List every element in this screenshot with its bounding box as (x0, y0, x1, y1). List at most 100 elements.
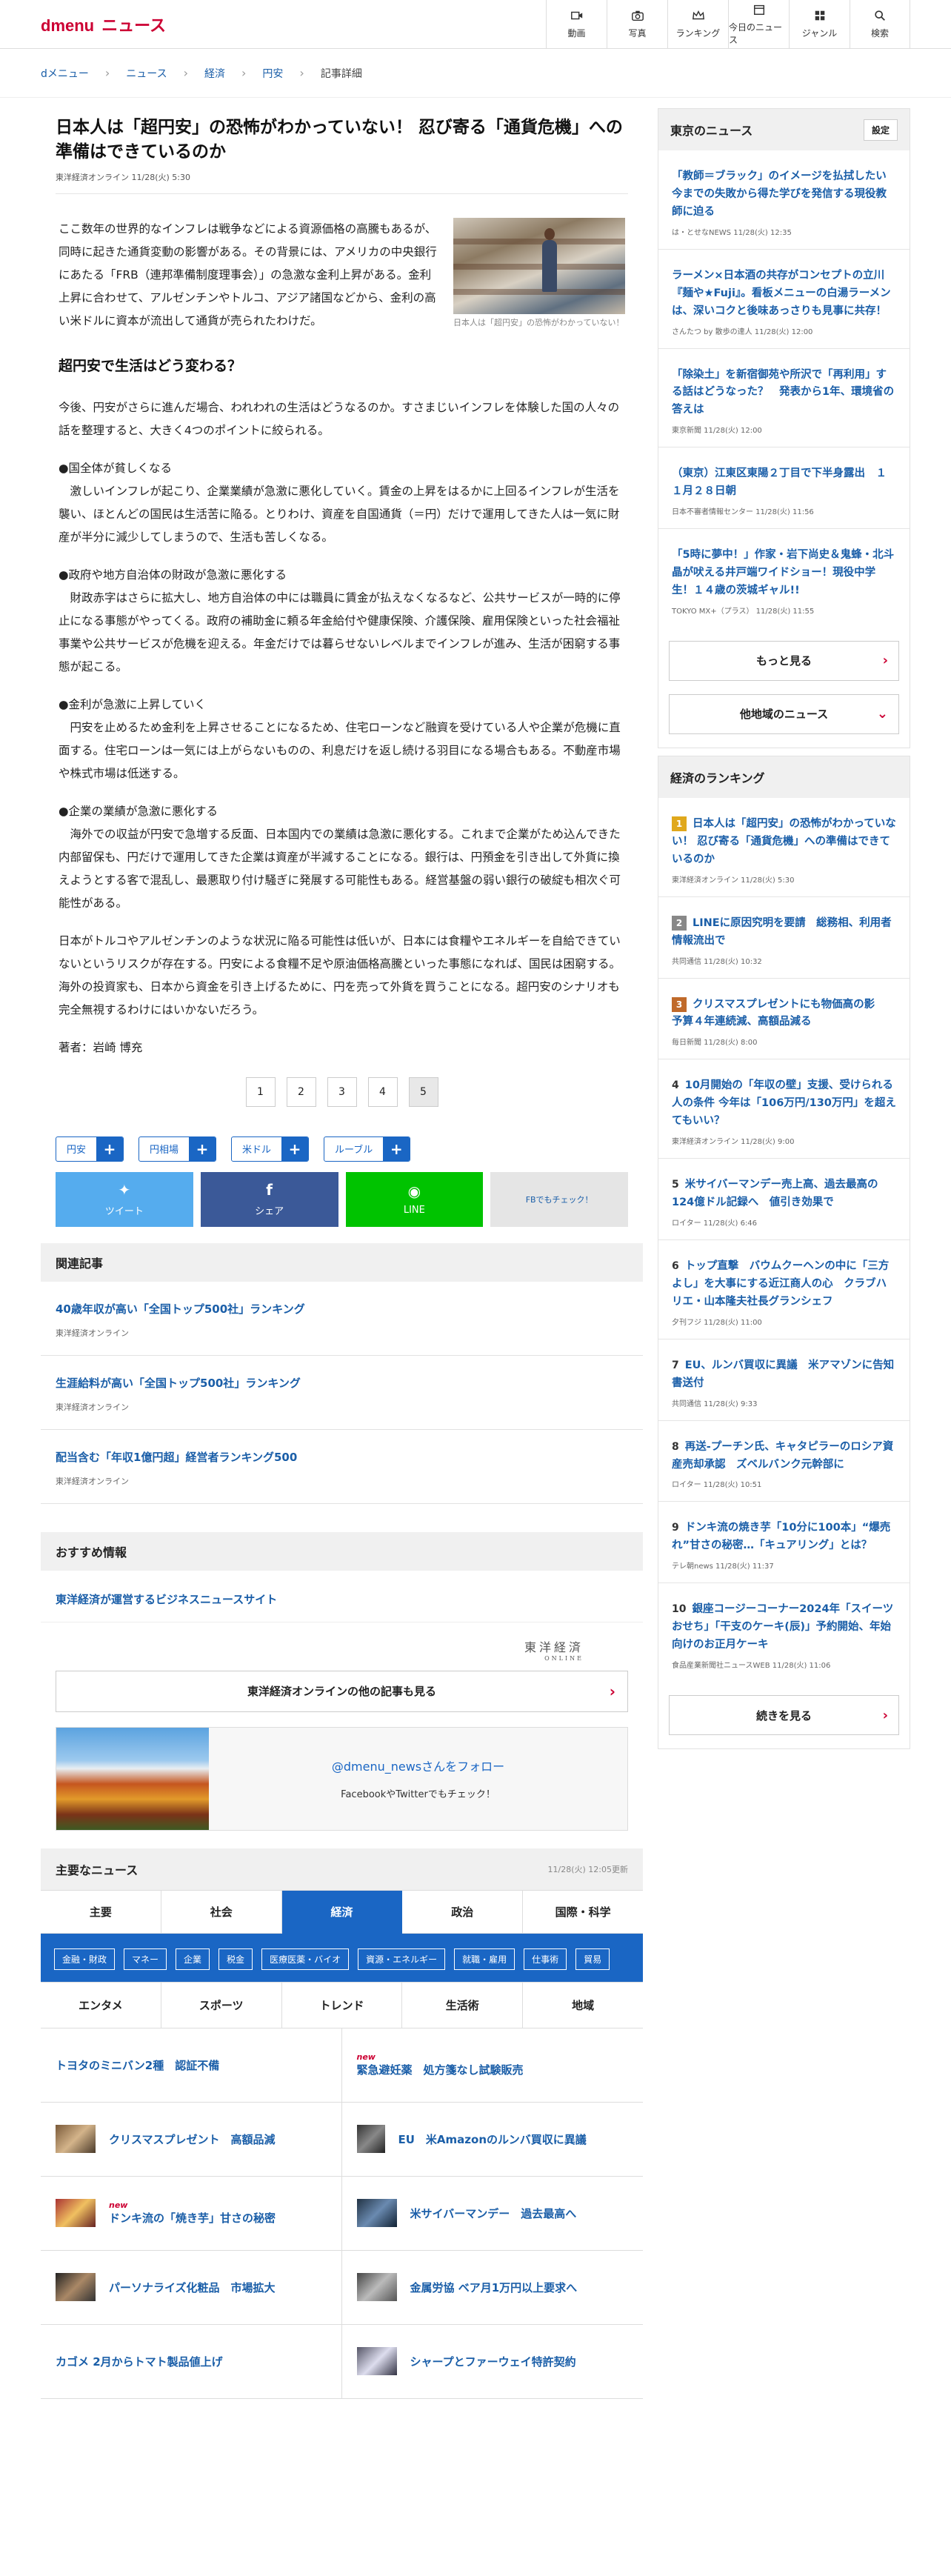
tab-international[interactable]: 国際・科学 (523, 1891, 643, 1934)
facebook-check-button[interactable]: FBでもチェック！ (490, 1171, 628, 1227)
tab-economy[interactable]: 経済 (281, 1890, 403, 1934)
tag-yen[interactable]: 円安 + (56, 1136, 124, 1162)
news-title: （東京）江東区東陽２丁目で下半身露出 １１月２８日朝 (672, 467, 887, 498)
ranking-item[interactable]: 7 EU、ルンバ買収に異議 米アマゾンに告知書送付 共同通信 11/28(火) 9:… (658, 1339, 910, 1421)
related-article[interactable]: 配当含む「年収1億円超」経営者ランキング500 東洋経済オンライン (41, 1430, 643, 1504)
tab-society[interactable]: 社会 (161, 1890, 282, 1934)
news-item[interactable]: パーソナライズ化粧品 市場拡大 (41, 2250, 342, 2325)
ranking-source: テレ朝news 11/28(火) 11:37 (672, 1562, 774, 1571)
article-photo[interactable]: 日本人は「超円安」の恐怖がわかっていない！ (453, 217, 625, 333)
news-item[interactable]: new ドンキ流の「焼き芋」甘さの秘密 (41, 2176, 342, 2251)
tag-usd[interactable]: 米ドル + (231, 1136, 310, 1162)
ranking-item[interactable]: 9 ドンキ流の焼き芋「10分に100本」“爆売れ”甘さの秘密…「キュアリング」とは… (658, 1502, 910, 1584)
breadcrumb-economy[interactable]: 経済 (204, 66, 225, 81)
tag-yen-rate[interactable]: 円相場 + (139, 1136, 217, 1162)
chip-company[interactable]: 企業 (176, 1948, 210, 1970)
chip-tax[interactable]: 税金 (218, 1948, 253, 1970)
ranking-more-button[interactable]: 続きを見る › (669, 1695, 899, 1736)
nav-genre[interactable]: ジャンル (789, 0, 850, 49)
photo-image[interactable] (453, 217, 625, 314)
ranking-item[interactable]: 1 日本人は「超円安」の恐怖がわかっていない！ 忍び寄る「通貨危機」への準備はでき… (658, 798, 910, 897)
tag-ruble[interactable]: ルーブル + (324, 1136, 411, 1162)
page-1[interactable]: 1 (245, 1076, 276, 1107)
camera-icon (631, 10, 644, 21)
tokyo-news-box: 東京のニュース 設定 「教師＝ブラック」のイメージを払拭したい 今までの失敗から… (658, 108, 910, 748)
news-item[interactable]: new 緊急避妊薬 処方箋なし試験販売 (341, 2028, 643, 2103)
nav-ranking[interactable]: ランキング (667, 0, 728, 49)
news-source: 日本不審者情報センター 11/28(火) 11:56 (672, 508, 814, 517)
news-title: 緊急避妊薬 処方箋なし試験販売 (356, 2063, 524, 2077)
page-2[interactable]: 2 (286, 1076, 316, 1107)
toyo-more-button[interactable]: 東洋経済オンラインの他の記事も見る › (56, 1670, 628, 1712)
nav-search[interactable]: 検索 (850, 0, 910, 49)
breadcrumb-dmenu[interactable]: dメニュー (41, 66, 89, 81)
ranking-item[interactable]: 3 クリスマスプレゼントにも物価高の影 予算４年連続減、高額品減る 毎日新聞 11/… (658, 979, 910, 1060)
dmenu-news-logo[interactable]: dmenu ニュース (41, 13, 166, 36)
ranking-title: 再送-プーチン氏、キャタピラーのロシア資産売却承認 ズベルバンク元幹部に (672, 1440, 894, 1471)
nav-video[interactable]: 動画 (546, 0, 607, 49)
share-label: FBでもチェック！ (525, 1194, 593, 1205)
related-article[interactable]: 40歳年収が高い「全国トップ500社」ランキング 東洋経済オンライン (41, 1282, 643, 1356)
tab-politics[interactable]: 政治 (402, 1890, 524, 1934)
page-4[interactable]: 4 (367, 1076, 398, 1107)
tokyo-news-item[interactable]: 「5時に夢中！」作家・岩下尚史＆鬼蜂・北斗晶が吠える井戸端ワイドショー！現役中学… (658, 529, 910, 628)
twitter-share-button[interactable]: ✦ ツイート (56, 1171, 193, 1227)
nav-photo[interactable]: 写真 (607, 0, 667, 49)
other-region-button[interactable]: 他地域のニュース ⌄ (669, 693, 899, 734)
tokyo-news-item[interactable]: （東京）江東区東陽２丁目で下半身露出 １１月２８日朝日本不審者情報センター 11… (658, 447, 910, 530)
page-3[interactable]: 3 (327, 1076, 357, 1107)
ranking-item[interactable]: 4 10月開始の「年収の壁」支援、受けられる人の条件 今年は「106万円/130万… (658, 1059, 910, 1159)
region-setting-button[interactable]: 設定 (863, 119, 898, 141)
chip-worktips[interactable]: 仕事術 (524, 1948, 567, 1970)
follow-banner[interactable]: @dmenu_newsさんをフォロー FacebookやTwitterでもチェッ… (56, 1726, 628, 1831)
tokyo-more-button[interactable]: もっと見る › (669, 640, 899, 681)
ranking-item[interactable]: 5 米サイバーマンデー売上高、過去最高の124億ドル記録へ 値引き効果で ロイター … (658, 1159, 910, 1240)
section-title: 主要なニュース (56, 1863, 139, 1877)
toyo-keizai-logo[interactable]: 東洋経済 ONLINE (41, 1623, 643, 1671)
nav-today[interactable]: 今日のニュース (728, 0, 789, 49)
chip-trade[interactable]: 貿易 (575, 1948, 610, 1970)
chip-employment[interactable]: 就職・雇用 (454, 1948, 515, 1970)
share-label: ツイート (104, 1206, 144, 1218)
ranking-item[interactable]: 10 銀座コージーコーナー2024年「スイーツおせち」「干支のケーキ(辰)」予約開… (658, 1583, 910, 1682)
news-item[interactable]: 米サイバーマンデー 過去最高へ (341, 2177, 643, 2251)
related-source: 東洋経済オンライン (56, 1328, 129, 1338)
tokyo-news-item[interactable]: 「教師＝ブラック」のイメージを払拭したい 今までの失敗から得た学びを発信する現役… (658, 150, 910, 250)
ranking-source: 毎日新聞 11/28(火) 8:00 (672, 1039, 758, 1048)
breadcrumb-news[interactable]: ニュース (126, 66, 167, 81)
tab-lifestyle[interactable]: 生活術 (402, 1982, 524, 2028)
line-share-button[interactable]: ◉ LINE (345, 1171, 484, 1227)
tokyo-news-item[interactable]: ラーメン×日本酒の共存がコンセプトの立川『麺や★Fuji』。看板メニューの白湯ラ… (658, 250, 910, 349)
news-item[interactable]: クリスマスプレゼント 高額品減 (41, 2102, 342, 2177)
tokyo-news-item[interactable]: 「除染土」を新宿御苑や所沢で「再利用」する話はどうなった？ 発表から1年、環境省… (658, 349, 910, 448)
tab-entertainment[interactable]: エンタメ (41, 1982, 161, 2028)
rank-number: 7 (672, 1359, 679, 1371)
related-article[interactable]: 生涯給料が高い「全国トップ500社」ランキング 東洋経済オンライン (41, 1356, 643, 1430)
news-item[interactable]: トヨタのミニバン2種 認証不備 (41, 2028, 342, 2103)
news-item[interactable]: カゴメ 2月からトマト製品値上げ (41, 2324, 342, 2399)
article-subheading: 超円安で生活はどう変わる？ (59, 357, 242, 374)
news-text: 米サイバーマンデー 過去最高へ (410, 2206, 577, 2221)
tab-region[interactable]: 地域 (523, 1983, 643, 2028)
tab-trend[interactable]: トレンド (281, 1982, 403, 2028)
news-item[interactable]: 金属労協 ベア月1万円以上要求へ (341, 2251, 643, 2325)
news-item[interactable]: EU 米Amazonのルンバ買収に異議 (341, 2103, 643, 2177)
page-body: 日本人は「超円安」の恐怖がわかっていない！ 忍び寄る「通貨危機」への準備はできて… (41, 98, 910, 2399)
page-5-current[interactable]: 5 (408, 1076, 438, 1107)
ranking-item[interactable]: 2 LINEに原因究明を要請 総務相、利用者情報流出で 共同通信 11/28(火) … (658, 897, 910, 979)
tab-main[interactable]: 主要 (41, 1890, 161, 1934)
news-item[interactable]: シャープとファーウェイ特許契約 (341, 2325, 643, 2399)
chevron-right-icon: › (299, 66, 304, 80)
ranking-item[interactable]: 6 トップ直撃 バウムクーヘンの中に「三方よし」を大事にする近江商人の心 クラブハ… (658, 1240, 910, 1339)
recommend-link[interactable]: 東洋経済が運営するビジネスニュースサイト (41, 1571, 643, 1623)
breadcrumb-yen[interactable]: 円安 (262, 66, 283, 81)
chip-medical[interactable]: 医療医薬・バイオ (261, 1948, 350, 1970)
facebook-share-button[interactable]: f シェア (200, 1171, 338, 1227)
chip-money[interactable]: マネー (124, 1948, 167, 1970)
ranking-item[interactable]: 8 再送-プーチン氏、キャタピラーのロシア資産売却承認 ズベルバンク元幹部に ロイタ… (658, 1421, 910, 1502)
chip-finance[interactable]: 金融・財政 (54, 1948, 116, 1970)
photo-shelf (453, 263, 625, 270)
news-thumbnail (356, 2347, 397, 2376)
chip-energy[interactable]: 資源・エネルギー (358, 1948, 446, 1970)
tab-sports[interactable]: スポーツ (161, 1982, 282, 2028)
